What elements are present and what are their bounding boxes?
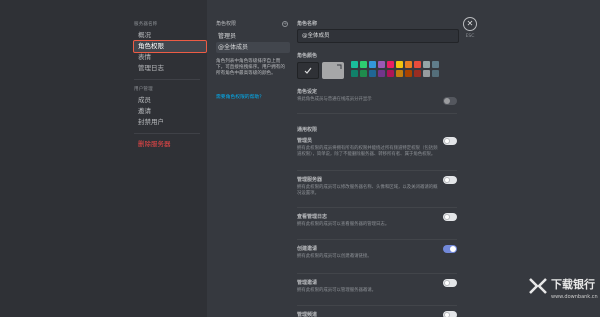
sidebar-item-2[interactable]: 表情 bbox=[134, 52, 206, 63]
permission-toggle[interactable] bbox=[443, 213, 457, 221]
permission-desc: 拥有此权限的成员可以修改服务器名称、头像和区域，以及关闭邀请的概况设置项。 bbox=[297, 185, 438, 196]
color-swatch[interactable] bbox=[360, 61, 367, 68]
sidebar-header-server: 服务器名称 bbox=[134, 22, 158, 27]
permission-toggle[interactable] bbox=[443, 279, 457, 287]
permission-toggle[interactable] bbox=[443, 245, 457, 253]
color-swatch[interactable] bbox=[396, 70, 403, 77]
roles-panel: 角色权限 + 管理员 @全体成员 角色列表中角色等级排序自上而下，可直接拖拽排序… bbox=[207, 0, 293, 317]
color-swatch[interactable] bbox=[423, 70, 430, 77]
divider bbox=[297, 170, 457, 171]
color-swatch-grid bbox=[351, 61, 439, 77]
color-swatch[interactable] bbox=[405, 61, 412, 68]
eyedropper-icon bbox=[337, 64, 342, 69]
roles-help-link[interactable]: 需要角色权限的帮助？ bbox=[216, 93, 264, 100]
role-item-everyone[interactable]: @全体成员 bbox=[216, 42, 290, 53]
close-icon[interactable]: ✕ bbox=[463, 17, 477, 31]
delete-server-item[interactable]: 删除服务器 bbox=[134, 139, 206, 150]
role-name-label: 角色名称 bbox=[297, 21, 318, 27]
hoist-role-toggle[interactable] bbox=[443, 97, 457, 105]
permission-title: 创建邀请 bbox=[297, 246, 318, 252]
permission-title: 管理服务器 bbox=[297, 177, 323, 183]
sidebar-divider bbox=[134, 79, 200, 80]
color-swatch[interactable] bbox=[432, 70, 439, 77]
role-editor: 角色名称 @全体成员 角色颜色 角色设定 将此角色成员与普通在线成员分开显示 通… bbox=[293, 0, 600, 317]
sidebar-divider bbox=[134, 133, 200, 134]
sidebar-item-user-2[interactable]: 封禁用户 bbox=[134, 117, 206, 128]
role-settings-label: 角色设定 bbox=[297, 89, 318, 95]
add-role-icon[interactable]: + bbox=[282, 20, 288, 27]
color-swatch[interactable] bbox=[414, 61, 421, 68]
permission-title: 管理频道 bbox=[297, 312, 318, 317]
esc-label: ESC bbox=[465, 34, 475, 39]
permission-desc: 拥有此权限的成员可以管理服务器邀请。 bbox=[297, 288, 377, 293]
sidebar-item-user-0[interactable]: 成员 bbox=[134, 95, 206, 106]
watermark-url: www.downbank.cn bbox=[551, 294, 598, 300]
divider bbox=[297, 113, 457, 114]
color-swatch[interactable] bbox=[387, 61, 394, 68]
color-swatch[interactable] bbox=[396, 61, 403, 68]
role-color-label: 角色颜色 bbox=[297, 53, 318, 59]
color-swatch[interactable] bbox=[351, 70, 358, 77]
roles-header: 角色权限 + bbox=[216, 20, 288, 27]
role-item-admin[interactable]: 管理员 bbox=[216, 31, 290, 42]
permission-toggle[interactable] bbox=[443, 176, 457, 184]
permission-desc: 拥有此权限的成员可以创建邀请链接。 bbox=[297, 254, 372, 259]
sidebar-item-3[interactable]: 管理日志 bbox=[134, 63, 206, 74]
settings-sidebar: 服务器名称概况 角色权限 表情 管理日志用户管理成员 邀请 封禁用户删除服务器 bbox=[0, 0, 207, 317]
role-settings-desc: 将此角色成员与普通在线成员分开显示 bbox=[297, 97, 372, 102]
divider bbox=[297, 239, 457, 240]
sidebar-item-0[interactable]: 概况 bbox=[134, 30, 206, 41]
color-swatch[interactable] bbox=[423, 61, 430, 68]
watermark-title: 下载银行 bbox=[551, 278, 595, 291]
permission-toggle[interactable] bbox=[443, 311, 457, 317]
default-color-swatch[interactable] bbox=[297, 62, 319, 79]
permission-desc: 拥有此权限的成员将拥有所有的权限并能绕过所有频道特定权限（包括频道权限），简单说… bbox=[297, 146, 438, 157]
permission-desc: 拥有此权限的成员可以查看服务器的管理日志。 bbox=[297, 222, 390, 227]
roles-description: 角色列表中角色等级排序自上而下，可直接拖拽排序。用户拥有的所有角色中最高等级的颜… bbox=[216, 59, 285, 77]
color-swatch[interactable] bbox=[351, 61, 358, 68]
permission-title: 查看管理日志 bbox=[297, 214, 328, 220]
divider bbox=[297, 305, 457, 306]
color-swatch[interactable] bbox=[369, 70, 376, 77]
color-swatch[interactable] bbox=[360, 70, 367, 77]
permission-title: 管理员 bbox=[297, 138, 313, 144]
sidebar-nav: 服务器名称概况 角色权限 表情 管理日志用户管理成员 邀请 封禁用户删除服务器 bbox=[133, 20, 207, 150]
permission-title: 管理邀请 bbox=[297, 280, 318, 286]
permission-toggle[interactable] bbox=[443, 137, 457, 145]
custom-color-swatch[interactable] bbox=[322, 62, 344, 79]
color-swatch[interactable] bbox=[378, 61, 385, 68]
roles-title: 角色权限 bbox=[216, 21, 237, 27]
sidebar-item-1[interactable]: 角色权限 bbox=[133, 40, 207, 53]
color-swatch[interactable] bbox=[387, 70, 394, 77]
watermark-logo-icon bbox=[529, 278, 547, 294]
divider bbox=[297, 207, 457, 208]
color-swatch[interactable] bbox=[405, 70, 412, 77]
color-swatch[interactable] bbox=[414, 70, 421, 77]
watermark: 下载银行 www.downbank.cn bbox=[528, 272, 598, 314]
color-swatch[interactable] bbox=[369, 61, 376, 68]
color-swatch[interactable] bbox=[378, 70, 385, 77]
color-swatch[interactable] bbox=[432, 61, 439, 68]
close-settings[interactable]: ✕ ESC bbox=[462, 17, 478, 39]
divider bbox=[297, 273, 457, 274]
check-icon bbox=[304, 67, 312, 74]
role-name-input[interactable]: @全体成员 bbox=[297, 29, 459, 43]
sidebar-header-users: 用户管理 bbox=[134, 87, 153, 92]
sidebar-item-user-1[interactable]: 邀请 bbox=[134, 106, 206, 117]
general-permissions-label: 通用权限 bbox=[297, 127, 318, 133]
